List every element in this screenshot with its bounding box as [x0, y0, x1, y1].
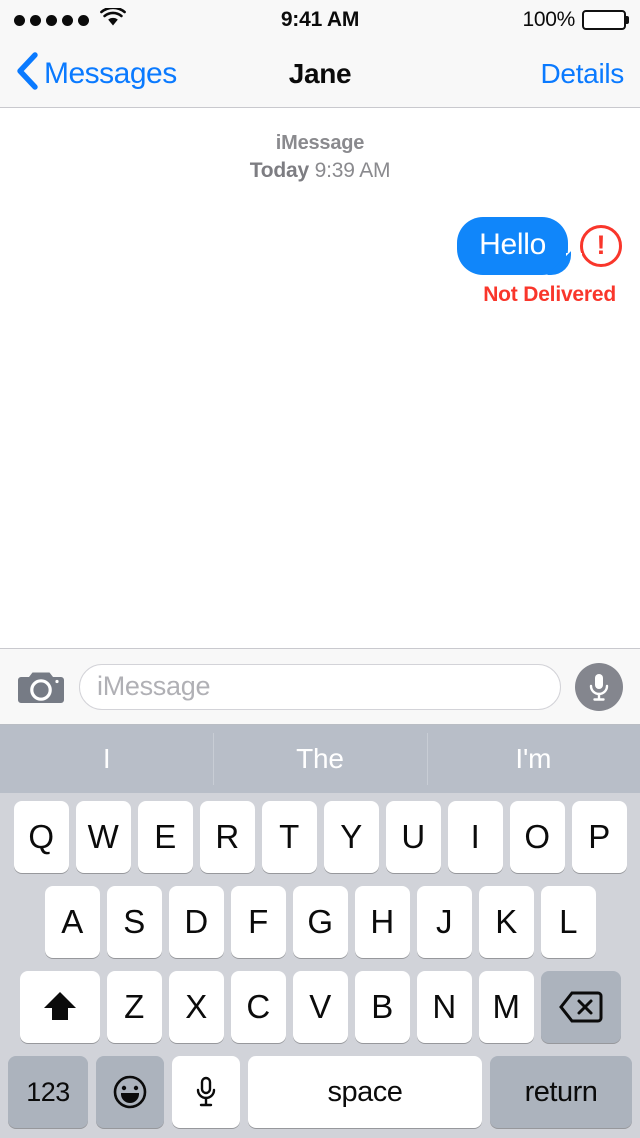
- key-f[interactable]: F: [230, 886, 286, 958]
- key-w[interactable]: W: [75, 801, 131, 873]
- keyboard-row-1: Q W E R T Y U I O P: [0, 801, 640, 873]
- key-k[interactable]: K: [478, 886, 534, 958]
- status-bar: 9:41 AM 100%: [0, 0, 640, 40]
- message-timestamp-header: iMessage Today 9:39 AM: [16, 130, 624, 185]
- key-m[interactable]: M: [478, 971, 534, 1043]
- key-y[interactable]: Y: [323, 801, 379, 873]
- space-key[interactable]: space: [248, 1056, 482, 1128]
- messages-app-screen: 9:41 AM 100% Messages Jane Details iMess…: [0, 0, 640, 1138]
- battery-percent-label: 100%: [522, 8, 575, 31]
- camera-icon[interactable]: [17, 668, 65, 706]
- emoji-smiley-icon[interactable]: [96, 1056, 164, 1128]
- message-row: Hello !: [16, 217, 624, 276]
- keyboard-row-4: 123 space return: [0, 1056, 640, 1128]
- dictation-microphone-icon[interactable]: [172, 1056, 240, 1128]
- key-a[interactable]: A: [44, 886, 100, 958]
- details-button[interactable]: Details: [541, 58, 625, 90]
- key-d[interactable]: D: [168, 886, 224, 958]
- numbers-key[interactable]: 123: [8, 1056, 88, 1128]
- key-h[interactable]: H: [354, 886, 410, 958]
- key-o[interactable]: O: [509, 801, 565, 873]
- key-s[interactable]: S: [106, 886, 162, 958]
- key-g[interactable]: G: [292, 886, 348, 958]
- message-bubble-outgoing[interactable]: Hello: [457, 217, 582, 276]
- key-n[interactable]: N: [416, 971, 472, 1043]
- suggestion-item[interactable]: I'm: [426, 725, 640, 793]
- battery-cap: [626, 16, 629, 24]
- key-b[interactable]: B: [354, 971, 410, 1043]
- key-t[interactable]: T: [261, 801, 317, 873]
- chevron-left-icon: [16, 52, 38, 95]
- delete-backspace-icon[interactable]: [540, 971, 621, 1043]
- back-button-label: Messages: [44, 56, 177, 90]
- status-bar-right: 100%: [522, 8, 629, 32]
- microphone-icon[interactable]: [575, 662, 623, 711]
- message-day-label: Today: [249, 159, 309, 183]
- error-exclamation-icon[interactable]: !: [580, 225, 622, 268]
- key-x[interactable]: X: [168, 971, 224, 1043]
- return-key[interactable]: return: [490, 1056, 632, 1128]
- key-v[interactable]: V: [292, 971, 348, 1043]
- key-u[interactable]: U: [385, 801, 441, 873]
- message-time-label: 9:39 AM: [314, 159, 391, 183]
- key-i[interactable]: I: [447, 801, 503, 873]
- back-to-messages-button[interactable]: Messages: [16, 52, 177, 95]
- on-screen-keyboard: Q W E R T Y U I O P A S D F G H J K L Z …: [0, 793, 640, 1138]
- message-input-placeholder: iMessage: [97, 671, 211, 701]
- shift-arrow-icon[interactable]: [19, 971, 100, 1043]
- service-label: iMessage: [275, 132, 365, 154]
- message-datetime: Today 9:39 AM: [16, 157, 624, 185]
- message-input-bar: iMessage: [0, 649, 640, 725]
- suggestion-item[interactable]: The: [213, 725, 426, 793]
- key-q[interactable]: Q: [13, 801, 69, 873]
- key-e[interactable]: E: [137, 801, 193, 873]
- key-p[interactable]: P: [571, 801, 627, 873]
- error-exclamation-glyph: !: [596, 229, 606, 260]
- key-c[interactable]: C: [230, 971, 286, 1043]
- status-badge-not-delivered: Not Delivered: [483, 283, 616, 307]
- navigation-bar: Messages Jane Details: [0, 40, 640, 108]
- conversation-thread[interactable]: iMessage Today 9:39 AM Hello ! Not Deliv…: [0, 108, 640, 649]
- battery-icon: [582, 10, 629, 30]
- keyboard-row-3: Z X C V B N M: [0, 971, 640, 1043]
- message-text-input[interactable]: iMessage: [79, 663, 561, 710]
- predictive-text-bar: I The I'm: [0, 725, 640, 793]
- suggestion-item[interactable]: I: [0, 725, 213, 793]
- key-z[interactable]: Z: [106, 971, 162, 1043]
- key-l[interactable]: L: [540, 886, 596, 958]
- keyboard-row-2: A S D F G H J K L: [0, 886, 640, 958]
- key-j[interactable]: J: [416, 886, 472, 958]
- key-r[interactable]: R: [199, 801, 255, 873]
